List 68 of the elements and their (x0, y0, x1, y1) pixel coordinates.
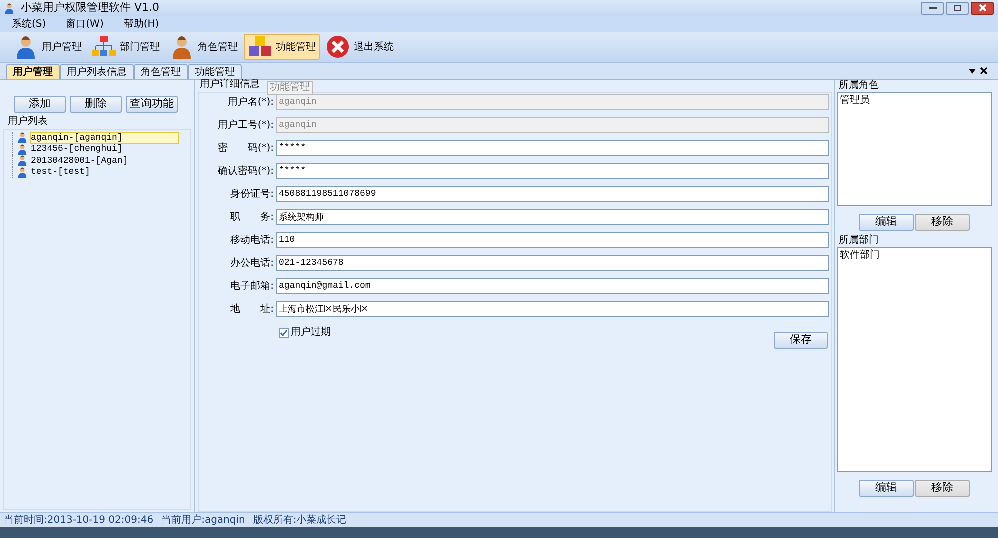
status-text: 版权所有:小菜成长记 (253, 514, 347, 528)
input-field[interactable]: 021-12345678 (276, 255, 829, 271)
restore-button[interactable] (946, 2, 969, 14)
toolbar-button[interactable]: 用户管理 (10, 34, 86, 60)
tab[interactable]: 功能管理 (188, 64, 242, 79)
checkbox[interactable] (279, 328, 289, 338)
input-field[interactable]: 系统架构师 (276, 209, 829, 225)
input-field[interactable]: 450881198511078699 (276, 186, 829, 202)
list-item[interactable]: 管理员 (840, 93, 870, 108)
save-button[interactable]: 保存 (774, 332, 828, 349)
toolbar-button[interactable]: 角色管理 (166, 34, 242, 60)
toolbar-button[interactable]: 查询功能 (126, 96, 178, 113)
person-icon (17, 155, 28, 166)
checkbox-label: 用户过期 (291, 326, 331, 340)
tree-item[interactable]: test-[test] (12, 166, 186, 178)
close-button[interactable] (971, 2, 994, 14)
tab[interactable]: 用户管理 (6, 64, 60, 79)
org-chart-icon (92, 35, 116, 59)
field-label: 用户名(*): (226, 96, 275, 110)
tree-item[interactable]: 20130428001-[Agan] (12, 155, 186, 166)
toolbar-button[interactable]: 部门管理 (88, 34, 164, 60)
person-icon (170, 35, 194, 59)
status-text: 当前时间:2013-10-19 02:09:46 (4, 514, 154, 528)
field-label: 职 务: (230, 210, 275, 224)
toolbar-button[interactable]: 添加 (14, 96, 66, 113)
person-icon (17, 132, 28, 144)
status-text: 当前用户:aganqin (162, 514, 246, 528)
field-label: 身份证号: (230, 188, 275, 202)
group-title: 所属角色 (839, 80, 880, 92)
input-field[interactable]: ***** (276, 140, 829, 156)
menu-item[interactable]: 帮助(H) (124, 16, 160, 32)
field-label: 办公电话: (230, 256, 275, 270)
cubes-icon (248, 35, 272, 59)
input-field[interactable]: 110 (276, 232, 829, 248)
field-label: 用户工号(*): (216, 118, 275, 132)
list-title: 用户列表 (8, 114, 48, 129)
field-label: 密 码(*): (216, 142, 275, 156)
group-title: 用户详细信息 (200, 79, 260, 91)
minimize-button[interactable] (921, 2, 944, 14)
toolbar-button[interactable]: 删除 (70, 96, 122, 113)
list-item[interactable]: 软件部门 (840, 248, 880, 263)
field-label: 移动电话: (230, 234, 275, 248)
close-icon (978, 4, 986, 12)
person-icon (17, 144, 28, 155)
menu-item[interactable]: 系统(S) (12, 16, 46, 32)
tab[interactable]: 角色管理 (134, 64, 188, 79)
close-icon (326, 35, 350, 59)
drag-tooltip: 功能管理 (267, 81, 313, 95)
person-icon (14, 35, 38, 59)
edit-button[interactable]: 编辑 (859, 214, 914, 231)
field-label: 电子邮箱: (230, 280, 275, 294)
input-field[interactable]: aganqin@gmail.com (276, 278, 829, 294)
menu-item[interactable]: 窗口(W) (66, 16, 104, 32)
tree-item[interactable]: 123456-[chenghui] (12, 144, 186, 155)
input-field[interactable]: ***** (276, 163, 829, 179)
toolbar-button[interactable]: 退出系统 (322, 34, 398, 60)
group-title: 所属部门 (839, 235, 880, 247)
input-field[interactable]: 上海市松江区民乐小区 (276, 301, 829, 317)
edit-button[interactable]: 编辑 (859, 480, 914, 497)
dropdown-icon[interactable] (969, 68, 976, 74)
field-label: 确认密码(*): (216, 164, 275, 178)
person-icon (17, 166, 28, 178)
app-icon (4, 2, 15, 14)
close-icon[interactable] (980, 67, 988, 75)
window-title: 小菜用户权限管理软件 V1.0 (21, 0, 160, 16)
tab[interactable]: 用户列表信息 (60, 64, 134, 79)
field-label: 地 址: (230, 302, 275, 316)
toolbar-button[interactable]: 功能管理 (244, 34, 320, 60)
